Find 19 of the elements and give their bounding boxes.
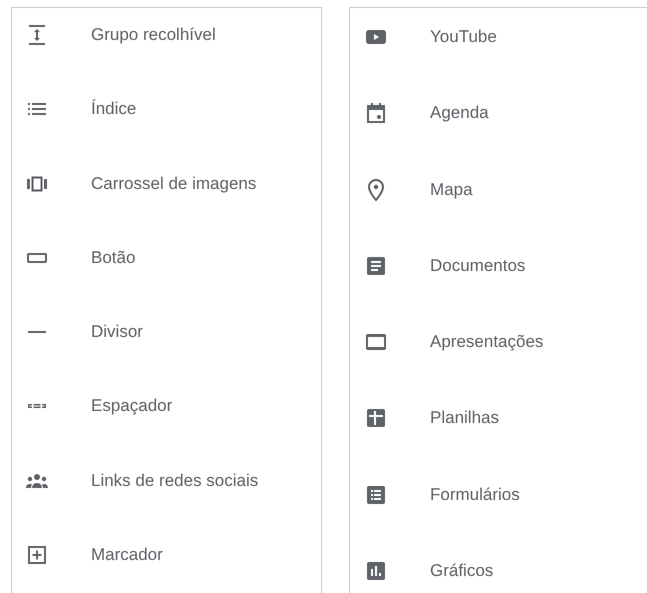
menu-item[interactable]: Botão — [91, 246, 136, 270]
menu-item[interactable]: YouTube — [430, 25, 497, 49]
menu-item[interactable]: Grupo recolhível — [91, 23, 216, 47]
menu-item[interactable]: Índice — [91, 97, 136, 122]
menu-item[interactable]: Agenda — [430, 101, 489, 126]
menu-item[interactable]: Formulários — [430, 482, 520, 507]
menu-item[interactable]: Mapa — [430, 178, 473, 202]
menu-item[interactable]: Links de redes sociais — [91, 468, 258, 493]
menu-item[interactable]: Carrossel de imagens — [91, 172, 256, 196]
menu-item[interactable]: Apresentações — [430, 330, 544, 354]
menu-item[interactable]: Gráficos — [430, 559, 494, 584]
calendar-icon — [364, 101, 388, 126]
menu-item[interactable]: Divisor — [91, 320, 143, 344]
spacer-icon — [28, 404, 46, 408]
menu-item[interactable]: Planilhas — [430, 406, 499, 430]
horizontal-line-icon — [28, 331, 46, 334]
menu-item[interactable]: Documentos — [430, 254, 526, 278]
menu-item[interactable]: Marcador — [91, 543, 163, 568]
menu-item[interactable]: Espaçador — [91, 394, 172, 418]
